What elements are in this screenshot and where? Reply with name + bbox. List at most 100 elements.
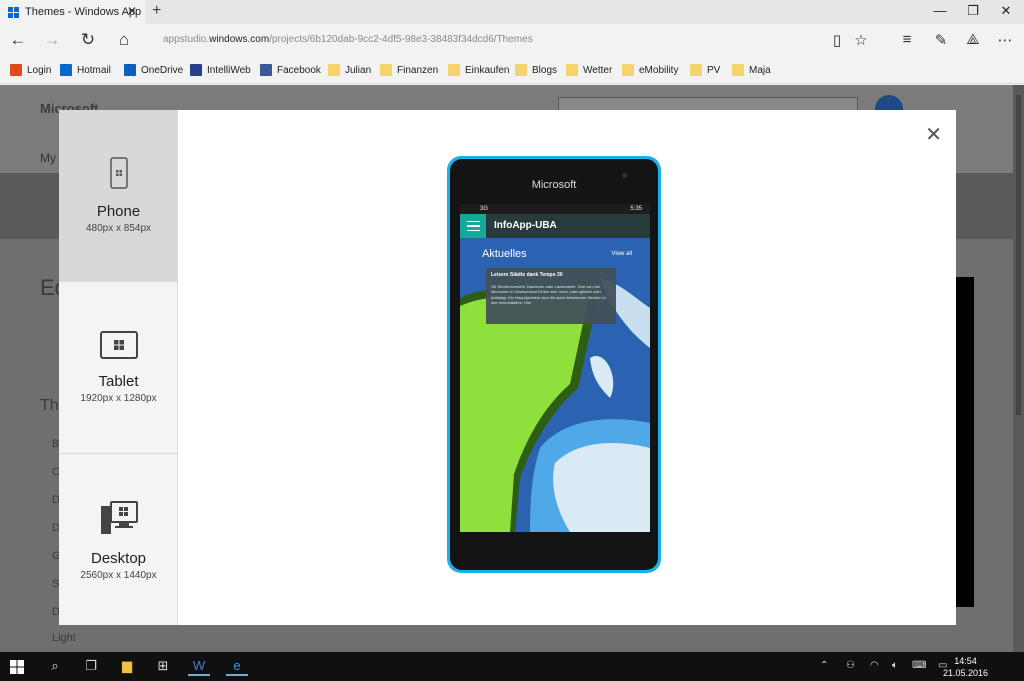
- section-title: Aktuelles: [482, 248, 527, 260]
- favorite-label: Wetter: [583, 64, 613, 76]
- favorite-einkaufen[interactable]: Einkaufen: [448, 64, 509, 76]
- my-projects-link[interactable]: My: [40, 151, 56, 165]
- forward-arrow-icon[interactable]: →: [40, 30, 64, 50]
- hamburger-menu-icon[interactable]: [460, 214, 486, 238]
- windows-app-icon: [8, 6, 19, 18]
- home-icon[interactable]: ⌂: [112, 30, 136, 50]
- close-window-button[interactable]: ✕: [991, 3, 1021, 19]
- favorite-facebook[interactable]: Facebook: [260, 64, 321, 76]
- wifi-icon[interactable]: ◠: [870, 660, 879, 671]
- favorite-icon: [566, 64, 578, 76]
- favorite-icon: [448, 64, 460, 76]
- favorite-icon: [328, 64, 340, 76]
- favorite-intelliweb[interactable]: IntelliWeb: [190, 64, 251, 76]
- app-bar: InfoApp-UBA: [460, 214, 650, 238]
- themes-heading: Th: [40, 397, 59, 414]
- device-desktop[interactable]: Desktop 2560px x 1440px: [59, 454, 178, 626]
- news-card-text: Ob Straßenverkehr, Nachbarn oder Laubenk…: [491, 284, 606, 306]
- start-windows-icon[interactable]: [10, 660, 24, 674]
- favorite-icon: [10, 64, 22, 76]
- new-tab-button[interactable]: +: [152, 2, 161, 20]
- favorite-label: PV: [707, 64, 721, 76]
- file-explorer-icon[interactable]: ▆: [116, 658, 138, 676]
- device-name: Phone: [96, 203, 141, 220]
- favorite-label: IntelliWeb: [207, 64, 251, 76]
- favorite-label: Finanzen: [397, 64, 439, 76]
- refresh-icon[interactable]: ↻: [76, 30, 100, 50]
- phone-screen: 3G 5:35 InfoApp-UBA Aktuelles View all L…: [460, 204, 650, 532]
- word-icon[interactable]: W: [188, 658, 210, 676]
- share-icon[interactable]: ⟁: [962, 31, 984, 48]
- minimize-button[interactable]: —: [925, 3, 955, 18]
- navigation-bar: ← → ↻ ⌂ appstudio.windows.com/projects/6…: [0, 24, 1024, 58]
- favorite-icon: [60, 64, 72, 76]
- favorite-label: eMobility: [639, 64, 679, 76]
- favorite-label: Hotmail: [77, 64, 111, 76]
- close-icon[interactable]: ✕: [925, 122, 942, 147]
- clock[interactable]: 14:54 21.05.2016: [943, 655, 988, 679]
- desktop-icon: [100, 500, 138, 534]
- edge-browser-icon[interactable]: e: [226, 658, 248, 676]
- address-bar[interactable]: appstudio.windows.com/projects/6b120dab-…: [163, 34, 533, 45]
- store-icon[interactable]: ⊞: [152, 658, 174, 676]
- task-view-icon[interactable]: ❐: [80, 658, 102, 676]
- keyboard-icon[interactable]: ⌨: [912, 660, 926, 671]
- favorite-maja[interactable]: Maja: [732, 64, 771, 76]
- phone-frame: Microsoft 3G 5:35 InfoApp-UBA Aktuelles …: [447, 156, 661, 573]
- device-phone[interactable]: Phone 480px x 854px: [59, 110, 178, 282]
- web-note-icon[interactable]: ✎: [930, 31, 952, 49]
- maximize-button[interactable]: ❐: [958, 3, 988, 19]
- signal-label: 3G: [480, 206, 489, 212]
- favorite-icon: [732, 64, 744, 76]
- favorite-hotmail[interactable]: Hotmail: [60, 64, 111, 76]
- hub-icon[interactable]: ≡: [896, 31, 918, 48]
- tab-title: Themes - Windows App: [25, 6, 142, 18]
- search-icon[interactable]: ⌕: [44, 658, 66, 676]
- favorites-bar: Login Hotmail OneDrive IntelliWeb Facebook Ju…: [0, 58, 1024, 84]
- tablet-icon: [99, 331, 138, 359]
- phone-body: Microsoft 3G 5:35 InfoApp-UBA Aktuelles …: [450, 159, 658, 570]
- favorite-julian[interactable]: Julian: [328, 64, 371, 76]
- clock-date: 21.05.2016: [942, 668, 988, 678]
- device-size: 2560px x 1440px: [80, 569, 157, 581]
- favorite-finanzen[interactable]: Finanzen: [380, 64, 438, 76]
- device-size: 480px x 854px: [85, 223, 152, 234]
- device-size: 1920px x 1280px: [80, 393, 157, 404]
- device-tablet[interactable]: Tablet 1920px x 1280px: [59, 282, 178, 454]
- favorite-icon: [260, 64, 272, 76]
- url-domain: windows.com: [209, 34, 270, 45]
- people-icon[interactable]: ⚇: [846, 660, 855, 671]
- browser-tab[interactable]: Themes - Windows App ✕: [0, 0, 145, 24]
- phone-icon: [109, 157, 128, 189]
- chevron-up-icon[interactable]: ⌃: [820, 660, 828, 671]
- tab-close-button[interactable]: ✕: [127, 4, 137, 18]
- favorite-emobility[interactable]: eMobility: [622, 64, 678, 76]
- page-scrollbar[interactable]: [1013, 85, 1024, 652]
- back-arrow-icon[interactable]: ←: [6, 30, 30, 50]
- device-preview-modal: Phone 480px x 854px Tablet 1920px x 1280…: [59, 110, 956, 625]
- favorite-label: OneDrive: [141, 64, 184, 76]
- phone-brand: Microsoft: [531, 179, 577, 191]
- view-all-link[interactable]: View all: [611, 251, 632, 257]
- favorite-onedrive[interactable]: OneDrive: [124, 64, 183, 76]
- more-icon[interactable]: ⋯: [994, 31, 1016, 49]
- phone-status-bar: 3G 5:35: [460, 204, 650, 214]
- theme-option-light[interactable]: Light: [52, 632, 76, 644]
- favorite-login[interactable]: Login: [10, 64, 51, 76]
- favorite-label: Maja: [749, 64, 771, 76]
- favorite-label: Blogs: [532, 64, 558, 76]
- volume-icon[interactable]: 🔈︎: [892, 660, 898, 671]
- device-selector: Phone 480px x 854px Tablet 1920px x 1280…: [59, 110, 178, 625]
- reading-view-icon[interactable]: ▯: [826, 31, 848, 49]
- favorite-star-icon[interactable]: ☆: [850, 31, 872, 49]
- favorite-label: Login: [27, 64, 52, 76]
- favorite-icon: [124, 64, 136, 76]
- favorite-wetter[interactable]: Wetter: [566, 64, 612, 76]
- clock-time: 14:54: [954, 656, 977, 666]
- favorite-pv[interactable]: PV: [690, 64, 720, 76]
- favorite-label: Facebook: [277, 64, 321, 76]
- favorite-blogs[interactable]: Blogs: [515, 64, 557, 76]
- favorite-label: Einkaufen: [465, 64, 510, 76]
- favorite-icon: [190, 64, 202, 76]
- news-card[interactable]: Leisere Städte dank Tempo 30 Ob Straßenv…: [486, 268, 616, 324]
